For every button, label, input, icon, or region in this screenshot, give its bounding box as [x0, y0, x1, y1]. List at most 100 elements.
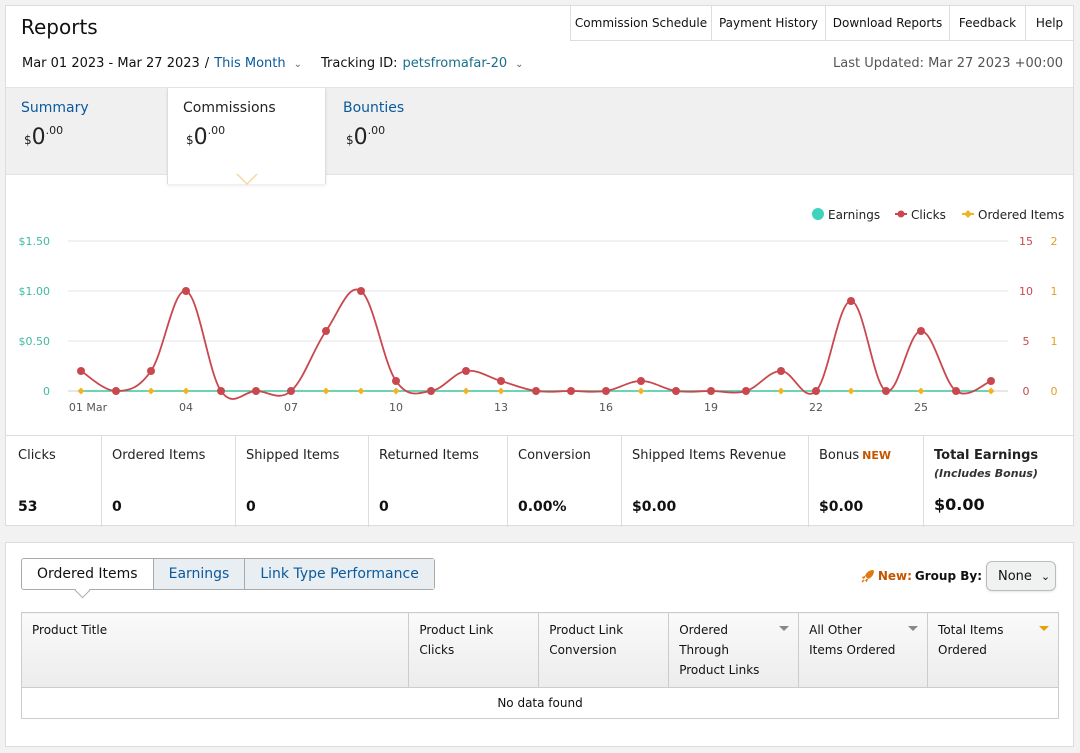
tracking-id-select[interactable]: petsfromafar-20 — [403, 56, 508, 71]
chart-series — [80, 288, 992, 400]
payment-history-button[interactable]: Payment History — [712, 5, 826, 41]
clicks-point — [777, 367, 785, 375]
clicks-point — [637, 377, 645, 385]
sort-active-icon[interactable] — [1039, 626, 1049, 631]
download-reports-button[interactable]: Download Reports — [826, 5, 950, 41]
ordered-items-panel: Ordered Items Earnings Link Type Perform… — [5, 542, 1074, 747]
tab-link-type-performance[interactable]: Link Type Performance — [244, 559, 434, 589]
clicks-point — [952, 387, 960, 395]
clicks-point — [427, 387, 435, 395]
ordered-items-point — [847, 387, 855, 395]
col-all-other-items[interactable]: All Other Items Ordered — [798, 612, 929, 688]
empty-message: No data found — [21, 687, 1059, 719]
sort-icon[interactable] — [908, 626, 919, 631]
tab-bounties[interactable]: Bounties $0.00 — [343, 88, 488, 176]
stat-shipped-revenue: Shipped Items Revenue $0.00 — [622, 436, 809, 527]
tab-commissions[interactable]: Commissions $0.00 — [167, 88, 326, 184]
clicks-point — [252, 387, 260, 395]
group-by: New: Group By: None ⌄ — [860, 561, 1056, 591]
clicks-point — [77, 367, 85, 375]
col-total-items-ordered[interactable]: Total Items Ordered — [927, 612, 1059, 688]
stat-shipped-items-value: 0 — [246, 499, 256, 515]
clicks-line — [80, 288, 992, 400]
period-select[interactable]: This Month — [214, 56, 285, 71]
y-left-tick-label: 0 — [43, 385, 50, 398]
group-by-select[interactable]: None ⌄ — [986, 561, 1056, 591]
report-tabs: Ordered Items Earnings Link Type Perform… — [21, 558, 435, 590]
commission-schedule-button[interactable]: Commission Schedule — [570, 5, 712, 41]
feedback-button[interactable]: Feedback — [950, 5, 1026, 41]
ordered-items-point — [147, 387, 155, 395]
clicks-point — [672, 387, 680, 395]
legend-label: Earnings — [828, 208, 880, 222]
date-range-row: Mar 01 2023 - Mar 27 2023 / This Month ⌄… — [22, 56, 524, 71]
sort-icon[interactable] — [779, 626, 790, 631]
x-tick-label: 16 — [599, 401, 613, 414]
tab-earnings[interactable]: Earnings — [152, 559, 245, 589]
tab-ordered-items[interactable]: Ordered Items — [22, 559, 153, 589]
tab-commissions-label: Commissions — [183, 100, 276, 116]
chevron-down-icon: ⌄ — [1040, 569, 1051, 583]
new-label: New: — [877, 569, 912, 583]
clicks-point — [182, 287, 190, 295]
ordered-items-point — [77, 387, 85, 395]
tracking-label: Tracking ID: — [321, 56, 398, 71]
total-earnings-note: (Includes Bonus) — [934, 467, 1038, 480]
x-tick-label: 25 — [914, 401, 928, 414]
y-right-ordered-tick-label: 2 — [1051, 235, 1058, 248]
stat-conversion-value: 0.00% — [518, 499, 567, 515]
ordered-items-point — [777, 387, 785, 395]
chevron-down-icon[interactable]: ⌄ — [515, 59, 523, 70]
clicks-point — [882, 387, 890, 395]
ordered-items-point — [392, 387, 400, 395]
help-button[interactable]: Help — [1026, 5, 1074, 41]
stat-shipped-revenue-value: $0.00 — [632, 499, 677, 515]
tab-summary[interactable]: Summary $0.00 — [21, 88, 166, 176]
legend-marker-ordered — [964, 210, 972, 218]
col-product-link-clicks[interactable]: Product Link Clicks — [408, 612, 540, 688]
tab-bounties-label: Bounties — [343, 100, 405, 116]
x-tick-label: 04 — [179, 401, 193, 414]
clicks-point — [217, 387, 225, 395]
ordered-items-point — [637, 387, 645, 395]
commissions-amount: $0.00 — [186, 124, 226, 150]
stat-bonus-value: $0.00 — [819, 499, 864, 515]
stat-ordered-items-value: 0 — [112, 499, 122, 515]
reports-panel: Reports Commission Schedule Payment Hist… — [5, 5, 1074, 527]
ordered-items-point — [322, 387, 330, 395]
clicks-point — [322, 327, 330, 335]
stat-returned-items-value: 0 — [379, 499, 389, 515]
x-tick-label: 13 — [494, 401, 508, 414]
clicks-point — [112, 387, 120, 395]
clicks-point — [357, 287, 365, 295]
stat-clicks-value: 53 — [18, 499, 38, 515]
y-left-tick-label: $1.50 — [19, 235, 51, 248]
ordered-items-point — [182, 387, 190, 395]
col-product-title[interactable]: Product Title — [20, 612, 410, 688]
ordered-items-point — [917, 387, 925, 395]
clicks-point — [602, 387, 610, 395]
clicks-point — [392, 377, 400, 385]
legend-label: Clicks — [911, 208, 946, 222]
clicks-point — [917, 327, 925, 335]
new-badge: NEW — [862, 449, 891, 462]
ordered-items-point — [497, 387, 505, 395]
last-updated: Last Updated: Mar 27 2023 +00:00 — [833, 56, 1063, 71]
col-product-link-conversion[interactable]: Product Link Conversion — [538, 612, 670, 688]
legend-marker-clicks — [897, 210, 905, 218]
y-right-clicks-tick-label: 0 — [1023, 385, 1030, 398]
chart-ticks: $1.50 15 2$1.00 10 1$0.50 5 10 0 001 Mar 04 07 10 13… — [19, 235, 1058, 414]
top-nav: Commission Schedule Payment History Down… — [570, 5, 1074, 41]
col-ordered-through-links[interactable]: Ordered Through Product Links — [668, 612, 800, 688]
chevron-down-icon[interactable]: ⌄ — [294, 59, 302, 70]
y-left-tick-label: $1.00 — [19, 285, 51, 298]
clicks-point — [707, 387, 715, 395]
date-range: Mar 01 2023 - Mar 27 2023 — [22, 56, 200, 71]
stat-bonus: Bonus NEW $0.00 — [809, 436, 924, 527]
x-tick-label: 07 — [284, 401, 298, 414]
stat-returned-items: Returned Items 0 — [369, 436, 508, 527]
stat-clicks: Clicks 53 — [6, 436, 102, 527]
stat-total-earnings: Total Earnings (Includes Bonus) $0.00 — [924, 436, 1073, 527]
x-tick-label: 10 — [389, 401, 403, 414]
x-tick-label: 19 — [704, 401, 718, 414]
